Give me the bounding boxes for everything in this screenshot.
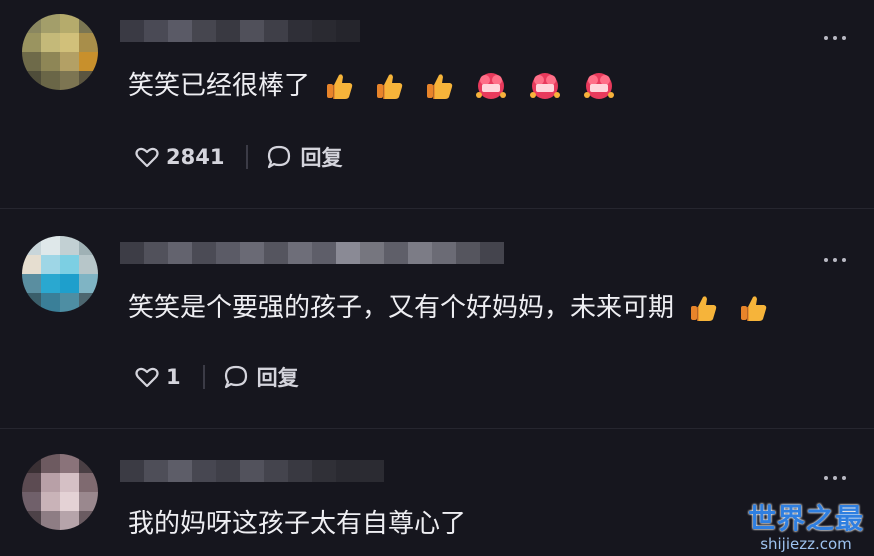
more-options-icon[interactable] [820,468,850,488]
watermark-title: 世界之最 [747,502,864,535]
emoji-row [324,71,616,101]
watermark-url: shijiezz.com [760,535,852,553]
avatar[interactable] [22,454,98,530]
username-blurred[interactable] [120,20,360,42]
avatar[interactable] [22,236,98,312]
like-count: 2841 [166,145,225,169]
comment-content: 笑笑已经很棒了 [128,66,616,106]
thumbs-up-emoji-icon [327,74,353,99]
heart-outline-icon [135,367,159,388]
like-button[interactable]: 1 [134,364,181,390]
reply-label: 回复 [300,146,343,170]
more-options-icon[interactable] [820,250,850,270]
heart-outline-icon [135,147,159,168]
comment-item: 笑笑是个要强的孩子，又有个好妈妈，未来可期 1 回复 [0,236,874,426]
thumbs-up-emoji-icon [427,74,453,99]
username-blurred[interactable] [120,460,384,482]
comment-text: 笑笑是个要强的孩子，又有个好妈妈，未来可期 [128,293,675,323]
reply-button[interactable]: 回复 [266,142,342,172]
comment-item: 我的妈呀这孩子太有自尊心了 [0,454,874,556]
more-options-icon[interactable] [820,28,850,48]
thumbs-up-emoji-icon [741,296,767,321]
comment-text: 我的妈呀这孩子太有自尊心了 [128,509,467,539]
comment-content: 笑笑是个要强的孩子，又有个好妈妈，未来可期 [128,288,768,328]
like-button[interactable]: 2841 [134,144,224,170]
comment-divider [0,208,874,209]
reply-button[interactable]: 回复 [223,362,299,392]
thumbs-up-emoji-icon [377,74,403,99]
heart-badge-emoji-icon [584,73,615,99]
comment-text: 笑笑已经很棒了 [128,71,311,101]
site-watermark: 世界之最 shijiezz.com [748,502,864,552]
reply-label: 回复 [256,366,299,390]
thumbs-up-emoji-icon [691,296,717,321]
avatar[interactable] [22,14,98,90]
like-count: 1 [166,365,181,389]
comment-actions: 2841 回复 [134,140,342,174]
emoji-row [688,293,768,323]
speech-bubble-icon [268,145,291,169]
comment-divider [0,428,874,429]
speech-bubble-icon [224,365,247,389]
divider [202,365,205,389]
username-blurred[interactable] [120,242,504,264]
comment-item: 笑笑已经很棒了 2841 回复 [0,14,874,204]
divider [246,145,249,169]
heart-badge-emoji-icon [530,73,561,99]
comment-content: 我的妈呀这孩子太有自尊心了 [128,504,466,544]
comment-actions: 1 回复 [134,360,299,394]
heart-badge-emoji-icon [476,73,507,99]
